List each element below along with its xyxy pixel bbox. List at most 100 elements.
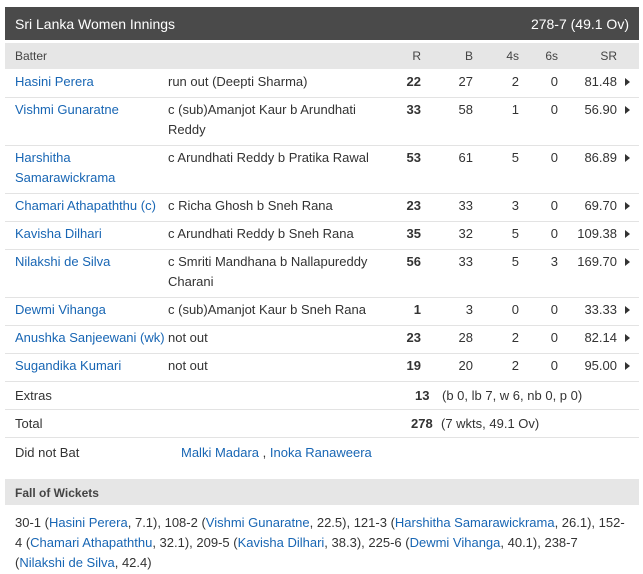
wicket-over: , 32.1), <box>152 535 197 550</box>
dismissal-text: c (sub)Amanjot Kaur b Arundhati Reddy <box>168 102 356 137</box>
batter-name-link[interactable]: Kavisha Dilhari <box>15 224 165 244</box>
sixes-value: 0 <box>550 150 558 165</box>
strike-rate-value: 86.89 <box>584 150 617 165</box>
fall-of-wickets-header: Fall of Wickets <box>5 479 639 505</box>
wicket-batter-link[interactable]: Hasini Perera <box>49 515 128 530</box>
fours-value: 1 <box>511 102 519 117</box>
strike-rate-value: 82.14 <box>584 330 617 345</box>
batter-row: Harshitha Samarawickrama c Arundhati Red… <box>5 145 639 194</box>
wicket-score: 209-5 ( <box>196 535 238 550</box>
expand-caret-icon[interactable] <box>625 362 630 370</box>
wicket-batter-link[interactable]: Chamari Athapaththu <box>30 535 152 550</box>
fours-value: 5 <box>511 254 519 269</box>
wicket-batter-link[interactable]: Dewmi Vihanga <box>410 535 501 550</box>
runs-value: 19 <box>406 358 421 373</box>
sixes-value: 0 <box>550 102 558 117</box>
batter-name-link[interactable]: Harshitha Samarawickrama <box>15 148 165 188</box>
strike-rate-value: 81.48 <box>584 74 617 89</box>
runs-value: 23 <box>406 330 421 345</box>
runs-value: 53 <box>406 150 421 165</box>
expand-caret-icon[interactable] <box>625 78 630 86</box>
dismissal-text: c (sub)Amanjot Kaur b Sneh Rana <box>168 302 366 317</box>
did-not-bat-label: Did not Bat <box>15 445 80 460</box>
balls-value: 32 <box>458 226 473 241</box>
strike-rate-value: 109.38 <box>577 226 617 241</box>
expand-caret-icon[interactable] <box>625 258 630 266</box>
dismissal-text: c Richa Ghosh b Sneh Rana <box>168 198 333 213</box>
wicket-batter-link[interactable]: Harshitha Samarawickrama <box>395 515 555 530</box>
wicket-over: , 38.3), <box>324 535 369 550</box>
runs-value: 35 <box>406 226 421 241</box>
column-header-runs: R <box>412 49 421 63</box>
dismissal-text: not out <box>168 358 208 373</box>
expand-caret-icon[interactable] <box>625 230 630 238</box>
wicket-over: , 40.1), <box>500 535 545 550</box>
batter-name-link[interactable]: Vishmi Gunaratne <box>15 100 165 120</box>
balls-value: 61 <box>458 150 473 165</box>
wicket-score: 121-3 ( <box>353 515 395 530</box>
extras-value: 13 <box>415 388 430 403</box>
balls-value: 33 <box>458 254 473 269</box>
wicket-batter-link[interactable]: Vishmi Gunaratne <box>206 515 310 530</box>
expand-caret-icon[interactable] <box>625 202 630 210</box>
strike-rate-value: 69.70 <box>584 198 617 213</box>
wicket-over: , 22.5), <box>309 515 354 530</box>
fours-value: 3 <box>511 198 519 213</box>
strike-rate-value: 169.70 <box>577 254 617 269</box>
balls-value: 28 <box>458 330 473 345</box>
batter-name-link[interactable]: Dewmi Vihanga <box>15 300 165 320</box>
expand-caret-icon[interactable] <box>625 306 630 314</box>
batter-row: Hasini Perera run out (Deepti Sharma) 22… <box>5 69 639 98</box>
batter-row: Nilakshi de Silva c Smriti Mandhana b Na… <box>5 249 639 298</box>
balls-value: 3 <box>465 302 473 317</box>
sixes-value: 0 <box>550 226 558 241</box>
column-header-fours: 4s <box>506 49 519 63</box>
balls-value: 27 <box>458 74 473 89</box>
runs-value: 22 <box>406 74 421 89</box>
fours-value: 5 <box>511 226 519 241</box>
runs-value: 33 <box>406 102 421 117</box>
expand-caret-icon[interactable] <box>625 154 630 162</box>
dismissal-text: c Arundhati Reddy b Pratika Rawal <box>168 150 369 165</box>
batter-name-link[interactable]: Sugandika Kumari <box>15 356 165 376</box>
innings-score: 278-7 (49.1 Ov) <box>530 16 629 32</box>
total-label: Total <box>15 416 43 431</box>
batter-row: Anushka Sanjeewani (wk) not out 23 28 2 … <box>5 325 639 354</box>
extras-label: Extras <box>15 388 52 403</box>
batter-name-link[interactable]: Anushka Sanjeewani (wk) <box>15 328 165 348</box>
expand-caret-icon[interactable] <box>625 106 630 114</box>
wicket-score: 225-6 ( <box>368 535 410 550</box>
batter-name-link[interactable]: Hasini Perera <box>15 72 165 92</box>
fours-value: 2 <box>511 74 519 89</box>
wicket-over: , 42.4) <box>114 555 152 570</box>
wicket-score: 108-2 ( <box>164 515 206 530</box>
did-not-bat-player-link[interactable]: Inoka Ranaweera <box>270 445 372 460</box>
dismissal-text: c Arundhati Reddy b Sneh Rana <box>168 226 354 241</box>
batter-row: Sugandika Kumari not out 19 20 2 0 95.00 <box>5 353 639 382</box>
balls-value: 58 <box>458 102 473 117</box>
column-header-balls: B <box>464 49 473 63</box>
did-not-bat-player-link[interactable]: Malki Madara <box>181 445 259 460</box>
batter-name-link[interactable]: Chamari Athapaththu (c) <box>15 196 165 216</box>
fours-value: 2 <box>511 358 519 373</box>
sixes-value: 0 <box>550 74 558 89</box>
fours-value: 5 <box>511 150 519 165</box>
wicket-over: , 26.1), <box>554 515 599 530</box>
strike-rate-value: 56.90 <box>584 102 617 117</box>
did-not-bat-row: Did not Bat Malki Madara , Inoka Ranawee… <box>5 437 639 467</box>
total-row: Total 278 (7 wkts, 49.1 Ov) <box>5 409 639 438</box>
balls-value: 33 <box>458 198 473 213</box>
expand-caret-icon[interactable] <box>625 334 630 342</box>
balls-value: 20 <box>458 358 473 373</box>
wicket-over: , 7.1), <box>127 515 165 530</box>
batter-row: Kavisha Dilhari c Arundhati Reddy b Sneh… <box>5 221 639 250</box>
dismissal-text: not out <box>168 330 208 345</box>
column-header-row: Batter R B 4s 6s SR <box>5 43 639 69</box>
dismissal-text: run out (Deepti Sharma) <box>168 74 308 89</box>
wicket-batter-link[interactable]: Kavisha Dilhari <box>238 535 325 550</box>
extras-row: Extras 13 (b 0, lb 7, w 6, nb 0, p 0) <box>5 381 639 410</box>
batter-name-link[interactable]: Nilakshi de Silva <box>15 252 165 272</box>
sixes-value: 3 <box>550 254 558 269</box>
wicket-batter-link[interactable]: Nilakshi de Silva <box>19 555 114 570</box>
sixes-value: 0 <box>550 198 558 213</box>
